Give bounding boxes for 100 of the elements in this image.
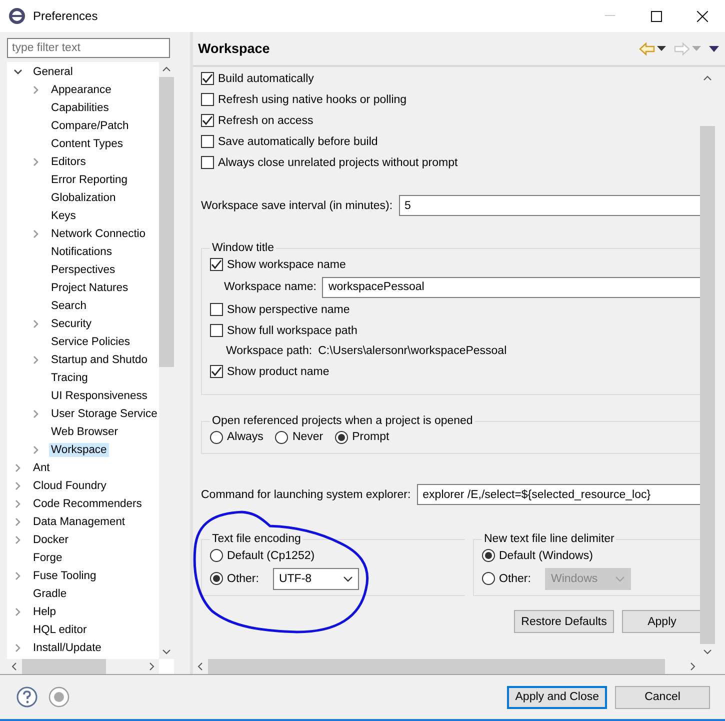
scrollbar[interactable]	[7, 659, 159, 674]
window-title: Preferences	[33, 9, 98, 23]
group-title: Window title	[211, 242, 275, 254]
tree-item[interactable]: Perspectives	[49, 263, 118, 277]
chevron-right-icon[interactable]	[31, 229, 41, 239]
field-label: Workspace name:	[224, 281, 316, 293]
help-icon[interactable]	[16, 686, 38, 708]
tree-item[interactable]: UI Responsiveness	[49, 389, 150, 403]
radio-label: Default (Cp1252)	[227, 550, 315, 562]
tree-item[interactable]: Workspace	[49, 443, 109, 457]
tree-item[interactable]: Search	[49, 299, 88, 313]
page-button[interactable]: Restore Defaults	[514, 610, 614, 633]
checkbox[interactable]	[210, 303, 223, 316]
page-title: Workspace	[198, 41, 270, 56]
chevron-right-icon[interactable]	[13, 463, 23, 473]
tree-item[interactable]: Install/Update	[31, 641, 104, 655]
checkbox[interactable]	[201, 156, 214, 169]
tree-item[interactable]: Ant	[31, 461, 52, 475]
chevron-right-icon[interactable]	[13, 607, 23, 617]
interval-field[interactable]: 5	[398, 195, 700, 216]
radio-button[interactable]	[210, 549, 223, 562]
tree-item[interactable]: Docker	[31, 533, 70, 547]
workspace-path: C:\Users\alersonr\workspacePessoal	[318, 345, 507, 357]
tree-item[interactable]: Appearance	[49, 83, 114, 97]
radio-button[interactable]	[210, 572, 223, 585]
tree-item[interactable]: Editors	[49, 155, 88, 169]
checkbox-label: Show product name	[227, 366, 330, 378]
chevron-right-icon[interactable]	[13, 499, 23, 509]
page-button[interactable]: Apply	[622, 610, 702, 633]
chevron-right-icon[interactable]	[31, 319, 41, 329]
tree-item[interactable]: Notifications	[49, 245, 114, 259]
tree-item[interactable]: Cloud Foundry	[31, 479, 108, 493]
field-label: Workspace path:	[226, 345, 312, 357]
dialog-button[interactable]: Cancel	[615, 686, 710, 708]
checkbox[interactable]	[210, 324, 223, 337]
tree-item[interactable]: Web Browser	[49, 425, 120, 439]
tree-item[interactable]: General	[31, 65, 75, 79]
tree-item[interactable]: Keys	[49, 209, 78, 223]
chevron-right-icon[interactable]	[31, 355, 41, 365]
radio-button[interactable]	[335, 430, 348, 444]
chevron-right-icon[interactable]	[13, 481, 23, 491]
checkbox-label: Always close unrelated projects without prompt	[218, 156, 458, 168]
checkbox[interactable]	[201, 72, 214, 85]
radio-button[interactable]	[482, 572, 495, 585]
command-field[interactable]: explorer /E,/select=${selected_resource_loc}	[416, 484, 700, 505]
chevron-right-icon[interactable]	[13, 571, 23, 581]
dialog-button[interactable]: Apply and Close	[507, 686, 607, 708]
tree-item[interactable]: Forge	[31, 551, 64, 565]
tree-item[interactable]: Help	[31, 605, 58, 619]
field-label: Command for launching system explorer:	[201, 488, 411, 500]
radio-button[interactable]	[275, 430, 288, 444]
menu-caret-icon[interactable]	[709, 46, 719, 52]
tree-item[interactable]: HQL editor	[31, 623, 89, 637]
tree-item[interactable]: Security	[49, 317, 94, 331]
tree-item[interactable]: Tracing	[49, 371, 90, 385]
chevron-right-icon[interactable]	[31, 409, 41, 419]
checkbox[interactable]	[201, 93, 214, 106]
tree-item[interactable]: Startup and Shutdo	[49, 353, 150, 367]
chevron-right-icon[interactable]	[13, 517, 23, 527]
workspace-name-field[interactable]: workspacePessoal	[322, 276, 700, 298]
tree-item[interactable]: Fuse Tooling	[31, 569, 98, 583]
encoding-select[interactable]: UTF-8	[272, 568, 359, 590]
chevron-right-icon[interactable]	[31, 157, 41, 167]
chevron-right-icon[interactable]	[31, 85, 41, 95]
radio-label: Default (Windows)	[499, 550, 593, 562]
tree-item[interactable]: Data Management	[31, 515, 128, 529]
tree-item[interactable]: Service Policies	[49, 335, 132, 349]
chevron-right-icon[interactable]	[13, 643, 23, 653]
radio-label: Never	[292, 431, 324, 443]
tree-item[interactable]: Content Types	[49, 137, 125, 151]
checkbox-label: Refresh on access	[218, 114, 314, 126]
chevron-right-icon[interactable]	[31, 445, 41, 455]
tree-item[interactable]: Project Natures	[49, 281, 130, 295]
tree-item[interactable]: Capabilities	[49, 101, 111, 115]
maximize-icon	[650, 10, 662, 22]
radio-button[interactable]	[210, 430, 223, 444]
radio-button[interactable]	[482, 549, 495, 562]
radio-label: Other:	[227, 572, 259, 584]
caret-icon	[342, 576, 353, 582]
tree-item[interactable]: Error Reporting	[49, 173, 130, 187]
chevron-down-icon[interactable]	[13, 67, 23, 77]
filter-field[interactable]: type filter text	[7, 38, 170, 58]
tree-item[interactable]: User Storage Service	[49, 407, 159, 421]
tree-item[interactable]: Compare/Patch	[49, 119, 131, 133]
record-icon[interactable]	[48, 686, 70, 708]
tree-item[interactable]: Network Connectio	[49, 227, 148, 241]
tree-item[interactable]: Gradle	[31, 587, 69, 601]
app-icon	[8, 7, 26, 25]
checkbox[interactable]	[201, 135, 214, 148]
checkbox[interactable]	[210, 258, 223, 271]
tree-item[interactable]: Code Recommenders	[31, 497, 144, 511]
checkbox[interactable]	[210, 365, 223, 378]
radio-label: Always	[227, 431, 264, 443]
checkbox-label: Show perspective name	[227, 304, 350, 316]
chevron-right-icon[interactable]	[13, 535, 23, 545]
caret-icon	[614, 576, 625, 582]
tree-item[interactable]: Globalization	[49, 191, 118, 205]
caret-icon[interactable]	[657, 46, 666, 52]
group-title: Open referenced projects when a project is opened	[211, 415, 474, 427]
checkbox[interactable]	[201, 114, 214, 127]
